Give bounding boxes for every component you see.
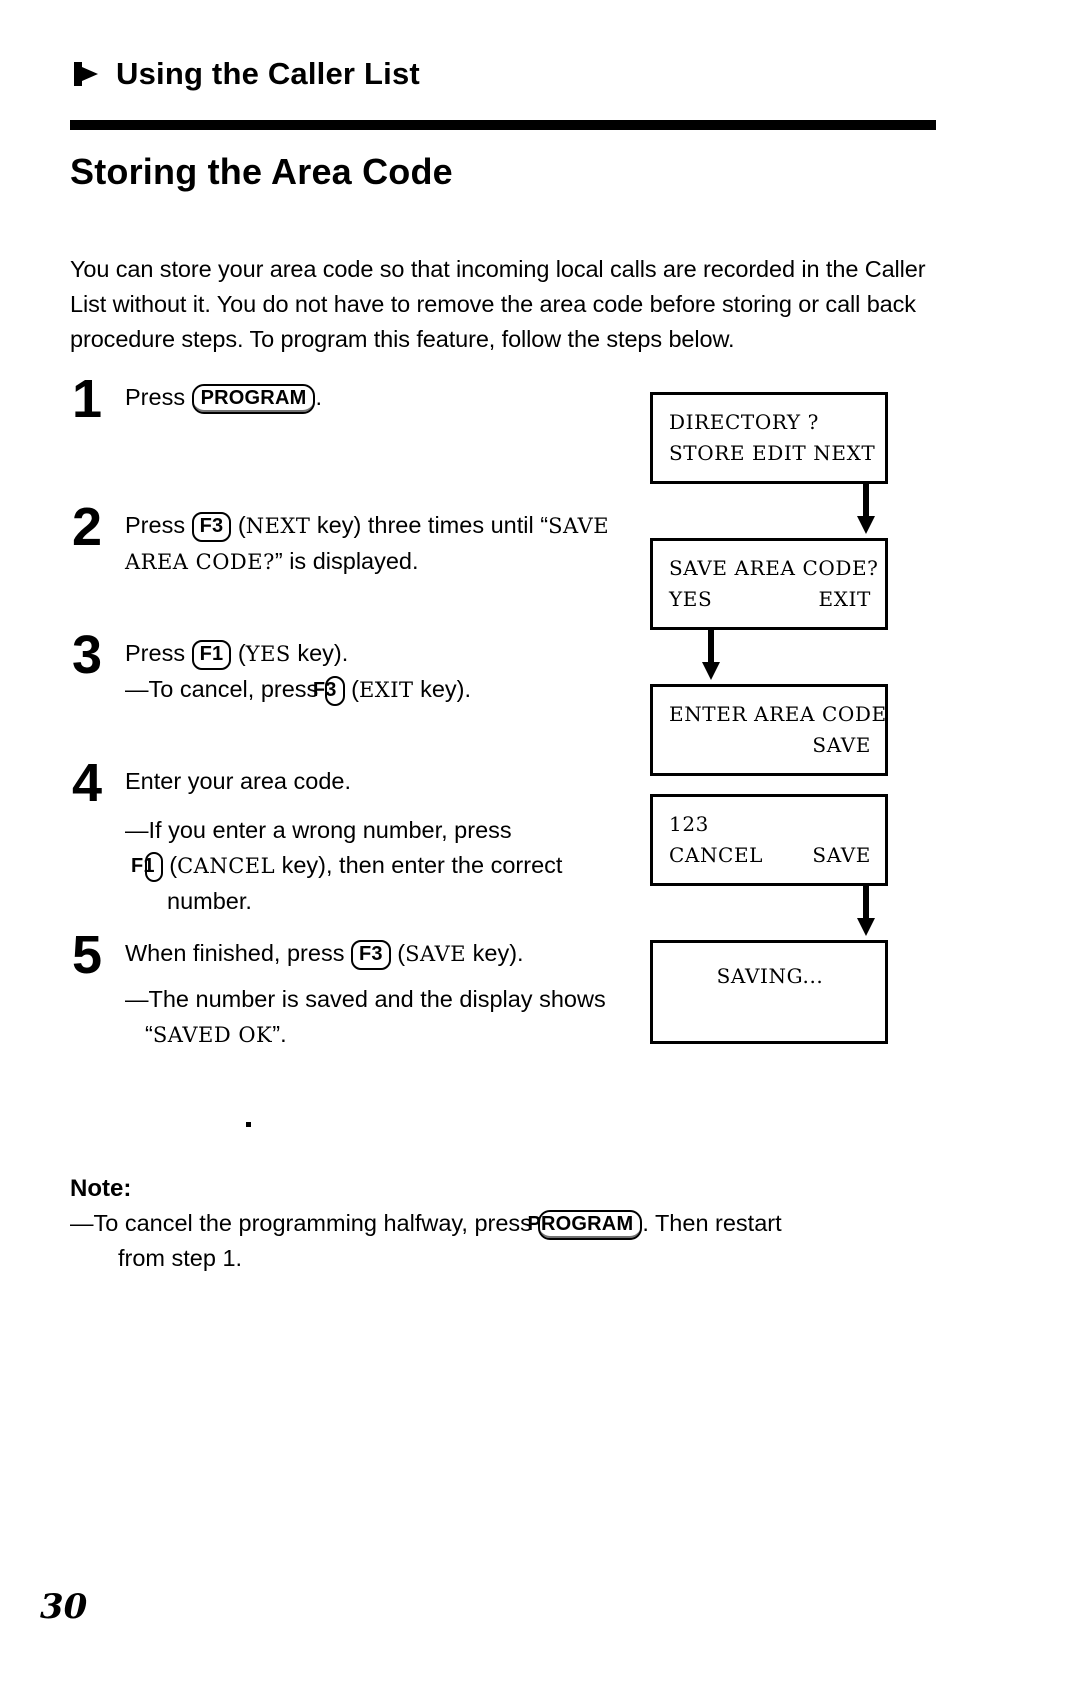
step-text-fragment: Press	[125, 384, 192, 410]
running-head: Using the Caller List	[72, 58, 420, 89]
step-number: 5	[72, 925, 103, 985]
step-text: Press F3 (NEXT key) three times until “S…	[125, 508, 630, 580]
step-number: 1	[72, 369, 103, 429]
key-f1: F1	[131, 852, 163, 882]
lcd-label-yes: YES	[245, 642, 291, 666]
step-text-fragment: When finished, press	[125, 940, 351, 966]
lcd-screen-save-area-code: SAVE AREA CODE? YES EXIT	[650, 538, 888, 630]
step-text: When finished, press F3 (SAVE key).	[125, 936, 630, 972]
key-f1: F1	[191, 640, 232, 670]
step-note: —The number is saved and the display sho…	[125, 982, 630, 1053]
flow-connector	[650, 482, 888, 538]
steps-list: 1 Press PROGRAM. 2 Press F3 (NEXT key) t…	[70, 372, 630, 1053]
lcd-screen-enter-area-code: ENTER AREA CODE SAVE	[650, 684, 888, 776]
step-number: 2	[72, 497, 103, 557]
lcd-screen-saving: SAVING...	[650, 940, 888, 1044]
step-text: Enter your area code.	[125, 764, 630, 799]
flow-connector	[650, 884, 888, 940]
lcd-softkey-left: CANCEL	[669, 843, 764, 867]
lcd-line-right: SAVE	[669, 730, 871, 761]
step-text-fragment: ”.	[272, 1021, 287, 1047]
step-text-fragment: Press	[125, 512, 192, 538]
step-text-fragment: (	[390, 940, 406, 966]
step-number: 4	[72, 753, 103, 813]
step-item: 1 Press PROGRAM.	[70, 372, 630, 508]
note-text-continued: from step 1.	[118, 1245, 243, 1271]
note-block: Note: —To cancel the programming halfway…	[70, 1172, 940, 1276]
lcd-softkey-left: YES	[669, 587, 713, 611]
lcd-softkey-right: SAVE	[812, 733, 871, 757]
arrow-down-icon	[857, 482, 875, 534]
page-number: 30	[40, 1587, 88, 1627]
lcd-line-split: CANCEL SAVE	[669, 840, 871, 871]
step-text-fragment: key).	[466, 940, 524, 966]
lcd-line-split: YES EXIT	[669, 584, 871, 615]
key-f3: F3	[313, 676, 345, 706]
lcd-line: STORE EDIT NEXT	[669, 441, 876, 465]
lcd-label-next: NEXT	[245, 514, 311, 538]
scan-artifact	[246, 1122, 251, 1127]
step-text-fragment: Press	[125, 640, 192, 666]
step-text-fragment: .	[315, 384, 322, 410]
step-text-fragment: (	[344, 676, 359, 702]
lcd-line: SAVING...	[716, 964, 824, 988]
lcd-label-exit: EXIT	[358, 678, 414, 702]
step-text-fragment: (	[231, 640, 246, 666]
step-note: —If you enter a wrong number, press	[125, 813, 630, 848]
key-program: PROGRAM	[191, 384, 316, 414]
lcd-line-blank	[669, 992, 871, 1023]
step-note: —To cancel, press F3 (EXIT key).	[125, 672, 630, 708]
step-text-fragment: key) three times until “	[310, 512, 549, 538]
key-program: PROGRAM	[527, 1210, 643, 1240]
right-triangle-bullet-icon	[72, 59, 100, 89]
step-text-fragment: (	[231, 512, 246, 538]
arrow-down-icon	[702, 628, 720, 680]
step-item: 4 Enter your area code. —If you enter a …	[70, 756, 630, 936]
step-text: Press PROGRAM.	[125, 380, 630, 415]
step-item: 2 Press F3 (NEXT key) three times until …	[70, 500, 630, 636]
flow-connector	[650, 628, 888, 684]
display-flow-diagram: DIRECTORY ? STORE EDIT NEXT SAVE AREA CO…	[650, 392, 888, 1044]
running-head-title: Using the Caller List	[116, 56, 420, 91]
lcd-label-cancel: CANCEL	[177, 854, 276, 878]
key-f3: F3	[350, 940, 391, 970]
page-title: Storing the Area Code	[70, 151, 453, 192]
arrow-down-icon	[857, 884, 875, 936]
note-text-fragment: . Then restart	[642, 1210, 782, 1236]
step-text-fragment: key).	[290, 640, 349, 666]
lcd-softkey-right: EXIT	[818, 587, 871, 611]
note-text: —To cancel the programming halfway, pres…	[70, 1206, 940, 1276]
step-text-fragment: —If you enter a wrong number, press	[125, 817, 512, 843]
step-text-fragment: ” is displayed.	[274, 548, 419, 574]
lcd-line: 123	[669, 812, 709, 836]
intro-paragraph: You can store your area code so that inc…	[70, 255, 926, 352]
lcd-line: SAVE AREA CODE?	[669, 556, 879, 580]
note-text-fragment: —To cancel the programming halfway, pres…	[70, 1210, 539, 1236]
step-number: 3	[72, 625, 103, 685]
manual-page: Using the Caller List Storing the Area C…	[0, 0, 1080, 1691]
header-rule	[70, 117, 936, 130]
step-text-fragment: Enter your area code.	[125, 768, 351, 794]
step-text: Press F1 (YES key).	[125, 636, 630, 672]
note-title: Note:	[70, 1175, 132, 1202]
flow-connector-plain	[650, 776, 888, 794]
lcd-line: DIRECTORY ?	[669, 410, 819, 434]
lcd-screen-area-code-entry: 123 CANCEL SAVE	[650, 794, 888, 886]
step-item: 5 When finished, press F3 (SAVE key). —T…	[70, 928, 630, 1053]
step-text-fragment: key).	[413, 676, 472, 702]
lcd-screen-directory: DIRECTORY ? STORE EDIT NEXT	[650, 392, 888, 484]
lcd-softkey-right: SAVE	[812, 843, 871, 867]
step-text-fragment: (	[162, 852, 178, 878]
lcd-label-save: SAVE	[405, 942, 467, 966]
lcd-label-saved-ok: SAVED OK	[152, 1023, 273, 1047]
step-item: 3 Press F1 (YES key). —To cancel, press …	[70, 628, 630, 764]
step-text-fragment: —To cancel, press	[125, 676, 325, 702]
step-note-continued: F1 (CANCEL key), then enter the correct …	[125, 848, 630, 919]
key-f3: F3	[191, 512, 232, 542]
lcd-line: ENTER AREA CODE	[669, 702, 887, 726]
